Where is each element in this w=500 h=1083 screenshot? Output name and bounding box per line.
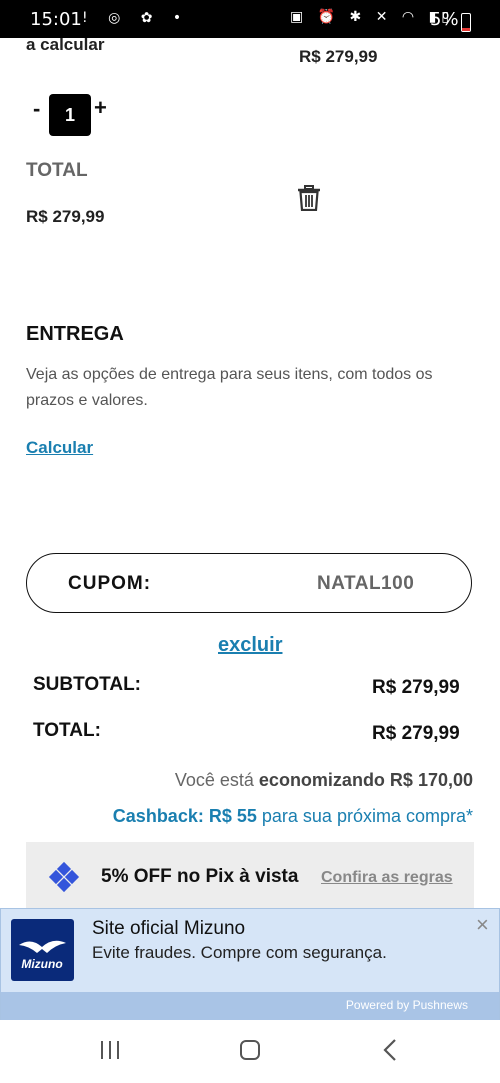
quantity-decrease-button[interactable]: - bbox=[33, 96, 40, 122]
recent-apps-icon[interactable] bbox=[99, 1040, 121, 1060]
cashback-text: Cashback: R$ 55 para sua próxima compra* bbox=[113, 806, 473, 827]
cashback-rest: para sua próxima compra* bbox=[261, 806, 473, 826]
mizuno-logo: Mizuno bbox=[11, 919, 74, 981]
notification-icons: ! ◎ ✿ • bbox=[82, 10, 190, 26]
item-total-label: TOTAL bbox=[26, 160, 88, 181]
back-icon[interactable] bbox=[382, 1038, 398, 1062]
pix-rules-link[interactable]: Confira as regras bbox=[321, 869, 453, 887]
delivery-description: Veja as opções de entrega para seus iten… bbox=[26, 366, 433, 409]
home-icon[interactable] bbox=[240, 1040, 260, 1060]
pix-discount-text: 5% OFF no Pix à vista bbox=[101, 866, 299, 887]
trash-icon[interactable] bbox=[297, 185, 321, 211]
coupon-label: CUPOM: bbox=[68, 573, 152, 594]
push-subtitle: Evite fraudes. Compre com segurança. bbox=[92, 943, 387, 962]
quantity-value[interactable]: 1 bbox=[49, 94, 91, 136]
battery-text: 5% bbox=[430, 9, 459, 30]
remove-coupon-link[interactable]: excluir bbox=[218, 634, 282, 657]
delivery-title: ENTREGA bbox=[26, 323, 124, 345]
savings-prefix: Você está bbox=[174, 770, 254, 790]
order-total-label: TOTAL: bbox=[33, 720, 101, 741]
status-bar: 15:01 ! ◎ ✿ • ▣ ⏰ ✱ ✕ ◠ ▮▯ 5% bbox=[0, 0, 500, 38]
pix-icon bbox=[48, 861, 80, 893]
quantity-increase-button[interactable]: + bbox=[94, 95, 107, 121]
status-time: 15:01 bbox=[30, 9, 82, 30]
calculate-shipping-link[interactable]: Calcular bbox=[26, 438, 93, 458]
cashback-amount: Cashback: R$ 55 bbox=[112, 806, 257, 826]
subtotal-value: R$ 279,99 bbox=[372, 677, 460, 698]
battery-icon bbox=[461, 13, 471, 32]
powered-by-text: Powered by Pushnews bbox=[345, 998, 468, 1012]
item-total-value: R$ 279,99 bbox=[26, 207, 105, 226]
order-total-value: R$ 279,99 bbox=[372, 723, 460, 744]
subtotal-label: SUBTOTAL: bbox=[33, 674, 142, 695]
shipping-calc-text: a calcular bbox=[26, 35, 105, 54]
close-icon[interactable]: × bbox=[476, 912, 489, 938]
svg-text:Mizuno: Mizuno bbox=[21, 957, 62, 971]
coupon-code: NATAL100 bbox=[317, 573, 415, 594]
savings-amount: economizando R$ 170,00 bbox=[258, 770, 473, 790]
savings-text: Você está economizando R$ 170,00 bbox=[175, 770, 473, 791]
unit-price: R$ 279,99 bbox=[299, 47, 378, 66]
push-title: Site oficial Mizuno bbox=[92, 918, 246, 939]
